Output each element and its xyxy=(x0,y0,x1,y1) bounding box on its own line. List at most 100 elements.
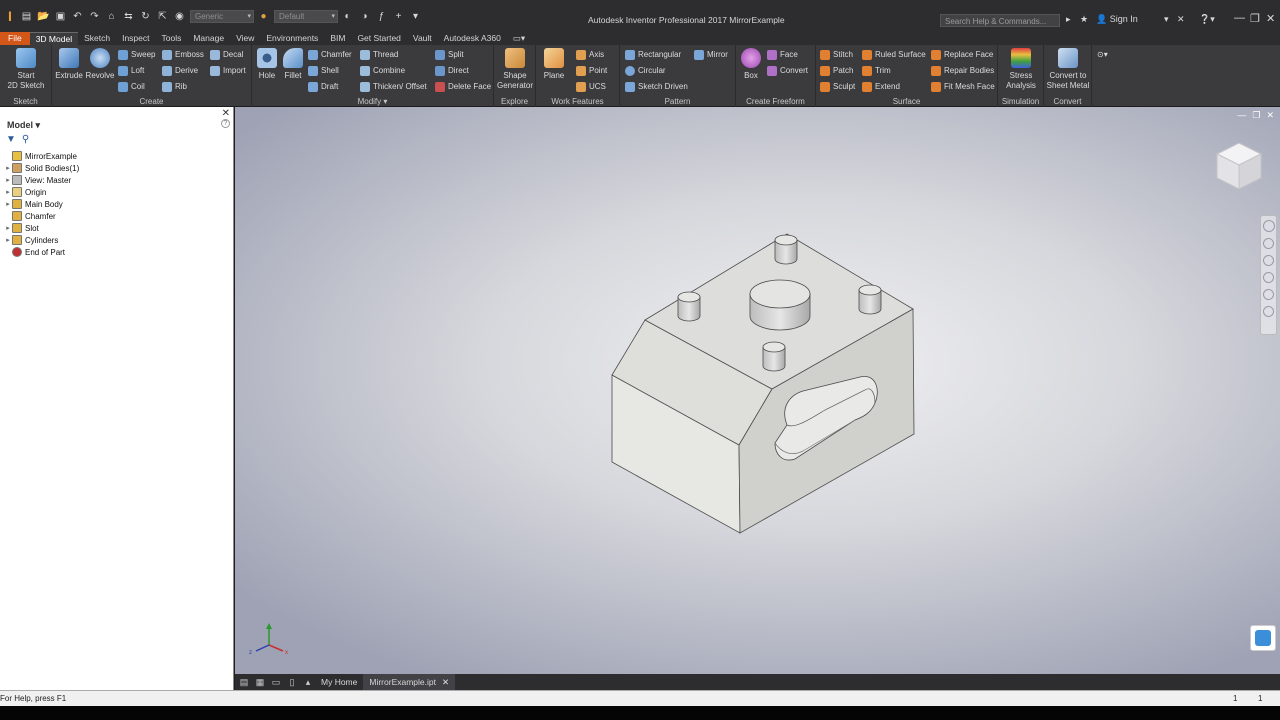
derive-button[interactable]: Derive xyxy=(162,64,198,77)
tab-get-started[interactable]: Get Started xyxy=(351,32,406,45)
tab-vault[interactable]: Vault xyxy=(407,32,438,45)
loft-button[interactable]: Loft xyxy=(118,64,144,77)
sign-in-button[interactable]: 👤 Sign In xyxy=(1096,14,1138,25)
sketch-driven-pattern-button[interactable]: Sketch Driven xyxy=(625,80,688,93)
sculpt-button[interactable]: Sculpt xyxy=(820,80,855,93)
vertical-tile-icon[interactable]: ▯ xyxy=(285,676,299,688)
return-icon[interactable]: ⇆ xyxy=(121,9,136,24)
thicken-offset-button[interactable]: Thicken/ Offset xyxy=(360,80,427,93)
color-icon[interactable]: ● xyxy=(256,9,271,24)
update-icon[interactable]: ↻ xyxy=(138,9,153,24)
tree-item[interactable]: End of Part xyxy=(4,246,79,258)
fillet-button[interactable]: Fillet xyxy=(281,48,305,81)
home-icon[interactable]: ⌂ xyxy=(104,9,119,24)
tree-expander-icon[interactable]: ▸ xyxy=(4,176,12,184)
tree-item[interactable]: ▸ Origin xyxy=(4,186,79,198)
new-icon[interactable]: ▤ xyxy=(19,9,34,24)
search-input[interactable]: Search Help & Commands... xyxy=(940,14,1060,27)
tree-item[interactable]: ▸ Solid Bodies(1) xyxy=(4,162,79,174)
hole-button[interactable]: Hole xyxy=(255,48,279,81)
shape-generator-button[interactable]: Shape Generator xyxy=(496,48,534,91)
tab-mirror-example[interactable]: MirrorExample.ipt ✕ xyxy=(363,674,456,690)
box-button[interactable]: Box xyxy=(739,48,763,81)
point-button[interactable]: Point xyxy=(576,64,607,77)
tree-item[interactable]: Chamfer xyxy=(4,210,79,222)
help-icon[interactable]: ❔▾ xyxy=(1199,14,1215,25)
tab-sketch[interactable]: Sketch xyxy=(78,32,116,45)
cascade-icon[interactable]: ▤ xyxy=(237,676,251,688)
tab-menu-icon[interactable]: ▴ xyxy=(301,676,315,688)
tab-autodesk-a360[interactable]: Autodesk A360 xyxy=(438,32,507,45)
import-button[interactable]: Import xyxy=(210,64,246,77)
combine-button[interactable]: Combine xyxy=(360,64,405,77)
tab-tools[interactable]: Tools xyxy=(156,32,188,45)
trim-button[interactable]: Trim xyxy=(862,64,891,77)
split-button[interactable]: Split xyxy=(435,48,464,61)
open-icon[interactable]: 📂 xyxy=(36,9,51,24)
replace-face-button[interactable]: Replace Face xyxy=(931,48,993,61)
plane-button[interactable]: Plane xyxy=(541,48,567,81)
emboss-button[interactable]: Emboss xyxy=(162,48,204,61)
ucs-button[interactable]: UCS xyxy=(576,80,606,93)
extrude-button[interactable]: Extrude xyxy=(55,48,83,81)
material-combo[interactable]: Generic ▾ xyxy=(190,9,254,23)
tree-item[interactable]: ▸ Cylinders xyxy=(4,234,79,246)
search-go-icon[interactable]: ▸ xyxy=(1066,14,1071,25)
mirror-button[interactable]: Mirror xyxy=(694,48,728,61)
direct-button[interactable]: Direct xyxy=(435,64,469,77)
graphics-viewport[interactable]: — ❐ ✕ x z xyxy=(235,107,1280,674)
axis-button[interactable]: Axis xyxy=(576,48,604,61)
rectangular-pattern-button[interactable]: Rectangular xyxy=(625,48,681,61)
minimize-button[interactable]: — xyxy=(1234,12,1245,24)
stitch-button[interactable]: Stitch xyxy=(820,48,853,61)
exchange-icon[interactable]: ✕ xyxy=(1177,14,1185,25)
help-icon[interactable]: ? xyxy=(221,119,230,128)
tree-expander-icon[interactable]: ▸ xyxy=(4,236,12,244)
stress-analysis-button[interactable]: Stress Analysis xyxy=(1002,48,1040,91)
ribbon-options-icon[interactable]: ⊙▾ xyxy=(1097,48,1108,61)
tab-my-home[interactable]: My Home xyxy=(315,674,363,690)
connect-icon[interactable] xyxy=(1250,625,1276,651)
close-button[interactable]: ✕ xyxy=(1266,12,1275,25)
tab-3d-model[interactable]: 3D Model xyxy=(29,32,79,45)
draft-button[interactable]: Draft xyxy=(308,80,338,93)
ribbon-display-toggle-icon[interactable]: ▭▾ xyxy=(507,32,531,45)
tab-manage[interactable]: Manage xyxy=(187,32,230,45)
formula-icon[interactable]: ƒ xyxy=(374,9,389,24)
measure-icon[interactable]: + xyxy=(391,9,406,24)
tile-icon[interactable]: ▦ xyxy=(253,676,267,688)
tree-item[interactable]: ▸ View: Master xyxy=(4,174,79,186)
tab-file[interactable]: File xyxy=(0,32,30,45)
horizontal-tile-icon[interactable]: ▭ xyxy=(269,676,283,688)
tree-item[interactable]: ▸ Main Body xyxy=(4,198,79,210)
restore-button[interactable]: ❐ xyxy=(1250,12,1260,25)
coil-button[interactable]: Coil xyxy=(118,80,145,93)
redo-icon[interactable]: ↷ xyxy=(87,9,102,24)
revolve-button[interactable]: Revolve xyxy=(85,48,115,81)
tree-expander-icon[interactable]: ▸ xyxy=(4,164,12,172)
decal-button[interactable]: Decal xyxy=(210,48,243,61)
tree-item[interactable]: ▸ Slot xyxy=(4,222,79,234)
start-sketch-button[interactable]: Start 2D Sketch xyxy=(6,48,46,91)
tree-expander-icon[interactable]: ▸ xyxy=(4,200,12,208)
modify-panel-title[interactable]: Modify ▾ xyxy=(252,97,493,106)
tab-bim[interactable]: BIM xyxy=(324,32,351,45)
shell-button[interactable]: Shell xyxy=(308,64,339,77)
part-model[interactable] xyxy=(235,107,1280,674)
tab-view[interactable]: View xyxy=(230,32,260,45)
undo-icon[interactable]: ↶ xyxy=(70,9,85,24)
appearance-combo[interactable]: Default ▾ xyxy=(274,9,338,23)
extend-button[interactable]: Extend xyxy=(862,80,900,93)
close-tab-icon[interactable]: ✕ xyxy=(442,677,449,687)
adjust-icon[interactable]: ◑ xyxy=(357,9,372,24)
tree-expander-icon[interactable]: ▸ xyxy=(4,188,12,196)
chamfer-button[interactable]: Chamfer xyxy=(308,48,352,61)
filter-icon[interactable]: ▼ xyxy=(6,134,16,145)
save-icon[interactable]: ▣ xyxy=(53,9,68,24)
browser-header[interactable]: Model ▾ xyxy=(7,120,40,131)
inventor-logo-icon[interactable]: I xyxy=(3,6,17,26)
rib-button[interactable]: Rib xyxy=(162,80,187,93)
appearance-icon[interactable]: ◉ xyxy=(172,9,187,24)
convert-freeform-button[interactable]: Convert xyxy=(767,64,808,77)
select-icon[interactable]: ⇱ xyxy=(155,9,170,24)
